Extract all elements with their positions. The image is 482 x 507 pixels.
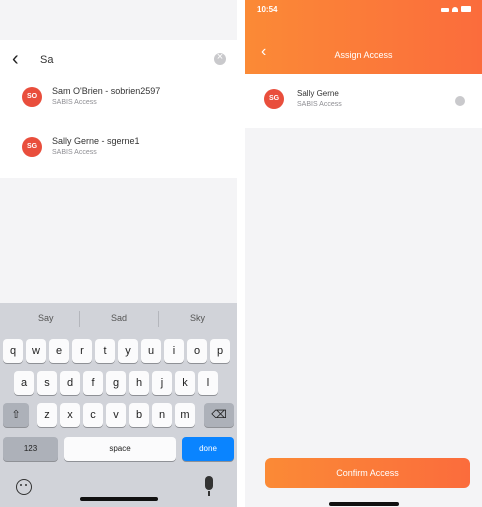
result-subtitle: SABIS Access	[52, 99, 97, 106]
clear-search-icon[interactable]	[214, 51, 226, 65]
key-t[interactable]: t	[95, 339, 115, 363]
key-f[interactable]: f	[83, 371, 103, 395]
key-g[interactable]: g	[106, 371, 126, 395]
back-button[interactable]: ‹	[12, 48, 32, 70]
key-k[interactable]: k	[175, 371, 195, 395]
home-indicator	[80, 497, 158, 501]
status-time: 10:54	[257, 5, 278, 14]
chevron-left-icon: ‹	[12, 48, 19, 70]
search-results-list: SO Sam O'Brien - sobrien2597 SABIS Acces…	[0, 78, 237, 178]
emoji-icon[interactable]	[16, 479, 32, 495]
assign-access-screen: 10:54 ‹ Assign Access SG Sally Gerne SAB…	[245, 0, 482, 507]
key-p[interactable]: p	[210, 339, 230, 363]
result-subtitle: SABIS Access	[52, 149, 97, 156]
search-input[interactable]	[40, 52, 190, 68]
key-v[interactable]: v	[106, 403, 126, 427]
key-e[interactable]: e	[49, 339, 69, 363]
avatar: SG	[264, 89, 284, 109]
key-x[interactable]: x	[60, 403, 80, 427]
confirm-access-button[interactable]: Confirm Access	[265, 458, 470, 488]
key-i[interactable]: i	[164, 339, 184, 363]
key-h[interactable]: h	[129, 371, 149, 395]
battery-icon	[461, 6, 471, 12]
key-y[interactable]: y	[118, 339, 138, 363]
assigned-user-item: SG Sally Gerne SABIS Access	[245, 74, 482, 128]
avatar: SG	[22, 137, 42, 157]
search-result-item[interactable]: SO Sam O'Brien - sobrien2597 SABIS Acces…	[0, 78, 237, 128]
result-title: Sam O'Brien - sobrien2597	[52, 86, 161, 96]
numbers-key[interactable]: 123	[3, 437, 58, 461]
suggestion-divider	[158, 311, 159, 327]
home-indicator	[329, 502, 399, 506]
key-m[interactable]: m	[175, 403, 195, 427]
delete-key[interactable]: ⌫	[204, 403, 234, 427]
screenshot-root: ‹ SO Sam O'Brien - sobrien2597 SABIS Acc…	[0, 0, 482, 507]
header: 10:54 ‹ Assign Access	[245, 0, 482, 74]
key-n[interactable]: n	[152, 403, 172, 427]
key-c[interactable]: c	[83, 403, 103, 427]
key-w[interactable]: w	[26, 339, 46, 363]
remove-icon[interactable]	[455, 96, 465, 106]
key-u[interactable]: u	[141, 339, 161, 363]
status-icons	[441, 6, 471, 12]
key-q[interactable]: q	[3, 339, 23, 363]
key-z[interactable]: z	[37, 403, 57, 427]
key-a[interactable]: a	[14, 371, 34, 395]
assigned-user-subtitle: SABIS Access	[297, 101, 342, 108]
wifi-icon	[452, 7, 458, 12]
suggestion-word[interactable]: Sky	[190, 313, 205, 323]
microphone-icon[interactable]	[205, 476, 213, 496]
page-title: Assign Access	[334, 50, 393, 60]
key-j[interactable]: j	[152, 371, 172, 395]
assigned-user-name: Sally Gerne	[297, 89, 339, 98]
space-key[interactable]: space	[64, 437, 176, 461]
on-screen-keyboard: Say Sad Sky q w e r t y u i o p a s d f …	[0, 303, 237, 507]
suggestion-word[interactable]: Say	[38, 313, 54, 323]
key-d[interactable]: d	[60, 371, 80, 395]
done-key[interactable]: done	[182, 437, 234, 461]
search-screen: ‹ SO Sam O'Brien - sobrien2597 SABIS Acc…	[0, 0, 237, 507]
suggestion-word[interactable]: Sad	[111, 313, 127, 323]
suggestion-divider	[79, 311, 80, 327]
shift-key[interactable]: ⇧	[3, 403, 29, 427]
suggestion-bar: Say Sad Sky	[0, 303, 237, 337]
key-b[interactable]: b	[129, 403, 149, 427]
avatar: SO	[22, 87, 42, 107]
key-r[interactable]: r	[72, 339, 92, 363]
result-title: Sally Gerne - sgerne1	[52, 136, 140, 146]
key-s[interactable]: s	[37, 371, 57, 395]
search-bar: ‹	[0, 40, 237, 78]
key-o[interactable]: o	[187, 339, 207, 363]
signal-icon	[441, 8, 449, 12]
key-l[interactable]: l	[198, 371, 218, 395]
search-result-item[interactable]: SG Sally Gerne - sgerne1 SABIS Access	[0, 128, 237, 178]
